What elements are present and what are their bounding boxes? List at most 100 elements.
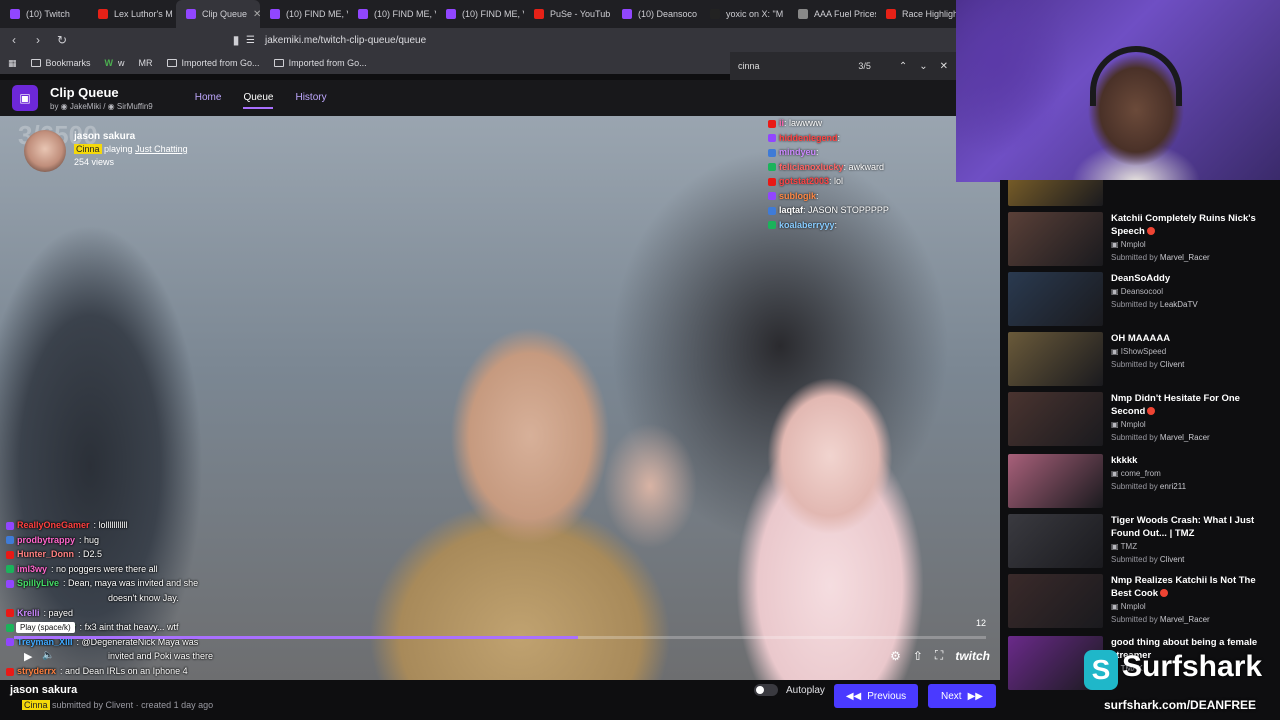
queue-thumbnail[interactable] (1008, 212, 1103, 266)
browser-tab[interactable]: Lex Luthor's M (88, 0, 176, 28)
share-icon[interactable]: ⇧ (913, 649, 923, 663)
tab-label: Clip Queue (202, 9, 248, 19)
queue-item[interactable]: Tiger Woods Crash: What I Just Found Out… (1008, 514, 1274, 568)
chat-text: lolllllllllll (98, 520, 128, 530)
find-input[interactable]: cinna (738, 61, 760, 71)
tab-favicon-icon (358, 9, 368, 19)
queue-thumbnail[interactable] (1008, 272, 1103, 326)
queue-item[interactable]: Katchii Completely Ruins Nick's Speech ▣ … (1008, 212, 1274, 266)
find-close-icon[interactable]: ✕ (940, 61, 948, 72)
apps-grid-icon[interactable]: ▦ (8, 58, 17, 69)
fullscreen-icon[interactable]: ⛶ (935, 648, 943, 663)
video-player[interactable]: 3/6500 jason sakura Cinna playing Just C… (0, 116, 1000, 680)
browser-tab[interactable]: (10) FIND ME, V (348, 0, 436, 28)
channel-icon: ▣ (1111, 420, 1121, 429)
queue-thumbnail[interactable] (1008, 332, 1103, 386)
queue-item-text: ▣ yourragegamingSubmitted by BernieShult… (1111, 180, 1205, 206)
queue-item-submitter: Submitted by Marvel_Racer (1111, 615, 1210, 624)
chat-username: gotstat2003 (779, 176, 830, 186)
queue-thumbnail[interactable] (1008, 454, 1103, 508)
autoplay-toggle[interactable]: Autoplay (754, 684, 825, 696)
tab-favicon-icon (446, 9, 456, 19)
chat-badge-icon (768, 192, 776, 201)
forward-arrow-icon[interactable]: › (28, 33, 48, 47)
sponsor-url: surfshark.com/DEANFREE (1104, 698, 1257, 712)
nav-queue[interactable]: Queue (243, 88, 274, 109)
back-arrow-icon[interactable]: ‹ (4, 33, 24, 47)
reload-icon[interactable]: ↻ (52, 33, 72, 47)
twitch-logo-icon[interactable]: twitch (955, 649, 990, 663)
nav-history[interactable]: History (295, 88, 326, 109)
settings-gear-icon[interactable]: ⚙ (890, 649, 901, 663)
tab-label: (10) Deansoco (638, 9, 698, 19)
queue-item[interactable]: OH MAAAAA ▣ IShowSpeed Submitted by Cliven… (1008, 332, 1274, 386)
red-badge-icon (1159, 589, 1168, 598)
tab-favicon-icon (534, 9, 544, 19)
author-link[interactable]: JakeMiki (70, 102, 101, 111)
red-badge-icon (1146, 227, 1155, 236)
browser-tab[interactable]: (10) FIND ME, V (260, 0, 348, 28)
chat-username: Krelli (17, 607, 40, 618)
address-bar[interactable]: ☰ jakemiki.me/twitch-clip-queue/queue (246, 31, 936, 49)
queue-item[interactable]: Nmp Didn't Hesitate For One Second ▣ Nmpl… (1008, 392, 1274, 446)
game-link[interactable]: Just Chatting (135, 144, 188, 154)
find-next-icon[interactable]: ⌄ (919, 61, 927, 72)
bookmark-item-bookmarks[interactable]: Bookmarks (30, 58, 91, 68)
bookmark-item-imported-2[interactable]: Imported from Go... (273, 58, 367, 68)
chat-username: SpillyLive (17, 578, 60, 589)
find-count: 3/5 (858, 61, 871, 71)
queue-thumbnail[interactable] (1008, 574, 1103, 628)
browser-tab[interactable]: Clip Queue ✕ (176, 0, 260, 28)
avatar[interactable] (24, 130, 66, 172)
channel-name[interactable]: Cinna (74, 144, 102, 154)
play-icon[interactable]: ▶ (24, 650, 32, 663)
tab-close-icon[interactable]: ✕ (253, 9, 260, 20)
queue-item[interactable]: ▣ yourragegamingSubmitted by BernieShult… (1008, 180, 1274, 206)
browser-tab[interactable]: Race Highligh (876, 0, 956, 28)
bookmark-item-imported-1[interactable]: Imported from Go... (166, 58, 260, 68)
queue-item-channel: ▣ Nmplol (1111, 420, 1146, 429)
site-settings-icon[interactable]: ☰ (246, 35, 255, 46)
clip-queue-logo-icon: ▣ (12, 85, 38, 111)
seek-bar[interactable] (14, 636, 986, 639)
play-tooltip: Play (space/k) (16, 622, 75, 633)
clip-creator[interactable]: jason sakura (74, 130, 188, 143)
queue-thumbnail[interactable] (1008, 514, 1103, 568)
previous-button[interactable]: ◀◀ Previous (834, 684, 918, 708)
channel-icon: ▣ (1111, 469, 1121, 478)
queue-thumbnail[interactable] (1008, 392, 1103, 446)
autoplay-switch[interactable] (754, 684, 778, 696)
queue-item-channel: ▣ IShowSpeed (1111, 347, 1167, 356)
chat-message: SpillyLive: Dean, maya was invited and s… (6, 576, 286, 591)
bookmark-item-mr[interactable]: MR (139, 58, 153, 68)
next-button[interactable]: Next ▶▶ (928, 684, 996, 708)
tab-favicon-icon (98, 9, 108, 19)
browser-tab[interactable]: (10) Deansoco (612, 0, 700, 28)
bookmarks-bar: ▦ Bookmarks Ww MR Imported from Go... Im… (0, 52, 730, 74)
queue-thumbnail[interactable] (1008, 180, 1103, 206)
chat-message: doesn't know Jay. (6, 591, 286, 606)
queue-item[interactable]: kkkkk ▣ come_from Submitted by enri211 (1008, 454, 1274, 508)
queue-item-text: OH MAAAAA ▣ IShowSpeed Submitted by Cliven… (1111, 332, 1184, 386)
author-link[interactable]: SirMuffin9 (117, 102, 153, 111)
browser-tab[interactable]: (10) Twitch (0, 0, 88, 28)
bookmark-item-w[interactable]: Ww (105, 58, 125, 68)
browser-tab[interactable]: PuSe - YouTub (524, 0, 612, 28)
headset-shape (1090, 46, 1182, 106)
browser-tab[interactable]: AAA Fuel Prices (788, 0, 876, 28)
browser-tab[interactable]: yoxic on X: "M (700, 0, 788, 28)
bookmark-icon[interactable]: ▮ (226, 33, 246, 47)
chat-text: lawwww (789, 118, 823, 128)
nav-home[interactable]: Home (195, 88, 222, 109)
chat-badge-icon (6, 667, 14, 676)
channel-icon: ▣ (1111, 240, 1121, 249)
queue-item[interactable]: Nmp Realizes Katchii Is Not The Best Coo… (1008, 574, 1274, 628)
find-prev-icon[interactable]: ⌃ (899, 61, 907, 72)
folder-icon (30, 59, 41, 67)
queue-item[interactable]: DeanSoAddy ▣ Deansocool Submitted by LeakD… (1008, 272, 1274, 326)
find-bar: cinna 3/5 ⌃ ⌄ ✕ (730, 52, 956, 80)
volume-icon[interactable]: 🔈 (42, 650, 54, 661)
surfshark-logo-icon: S (1084, 650, 1118, 690)
browser-tab[interactable]: (10) FIND ME, V (436, 0, 524, 28)
channel-icon: ▣ (1111, 602, 1121, 611)
